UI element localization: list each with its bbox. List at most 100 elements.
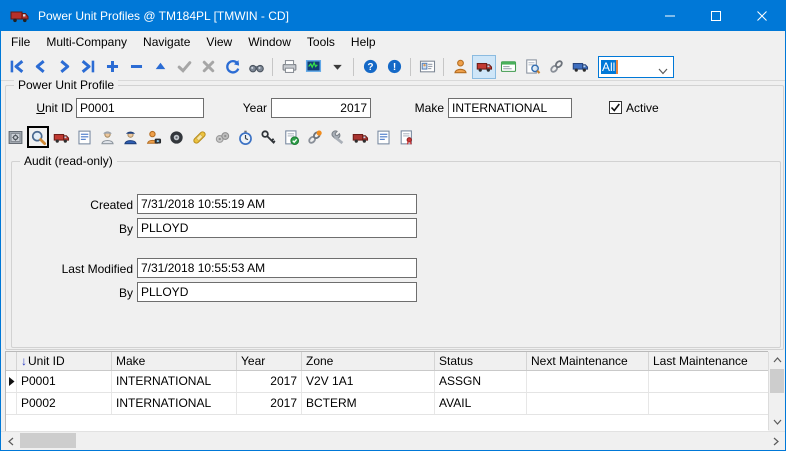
tab-maintenance-truck[interactable]	[349, 126, 371, 148]
column-header-unit-id[interactable]: ↓Unit ID	[17, 352, 112, 370]
menu-multi-company[interactable]: Multi-Company	[38, 32, 135, 52]
help-button[interactable]: ?	[358, 55, 382, 79]
tab-stopwatch[interactable]	[234, 126, 256, 148]
column-header-last-maintenance[interactable]: Last Maintenance	[649, 352, 768, 370]
grid-cell[interactable]: V2V 1A1	[302, 371, 435, 392]
certificate-document-icon	[398, 129, 415, 146]
tab-key[interactable]	[257, 126, 279, 148]
license-card-button[interactable]	[496, 55, 520, 79]
column-header-year[interactable]: Year	[237, 352, 302, 370]
delete-record-button[interactable]	[124, 55, 148, 79]
column-header-make[interactable]: Make	[112, 352, 237, 370]
grid-cell[interactable]: 2017	[237, 371, 302, 392]
tab-bandage[interactable]	[188, 126, 210, 148]
maximize-button[interactable]	[693, 1, 739, 31]
column-header-status[interactable]: Status	[435, 352, 527, 370]
active-checkbox[interactable]	[609, 101, 622, 114]
monitor-dropdown-button[interactable]	[325, 55, 349, 79]
grid-cell[interactable]: ASSGN	[435, 371, 527, 392]
tab-gears[interactable]	[211, 126, 233, 148]
scroll-left-button[interactable]	[2, 432, 19, 450]
move-top-button[interactable]	[148, 55, 172, 79]
tab-officer[interactable]	[119, 126, 141, 148]
tab-notes-document[interactable]	[73, 126, 95, 148]
menu-view[interactable]: View	[198, 32, 240, 52]
created-field[interactable]	[137, 194, 417, 214]
vertical-scroll-thumb[interactable]	[770, 369, 784, 393]
tab-safe[interactable]	[4, 126, 26, 148]
grid-cell[interactable]	[649, 393, 768, 414]
main-toolbar: ?! All	[1, 53, 785, 81]
minimize-button[interactable]	[647, 1, 693, 31]
filter-combobox[interactable]: All	[598, 56, 674, 78]
menu-help[interactable]: Help	[343, 32, 384, 52]
tab-report-document[interactable]	[372, 126, 394, 148]
find-binoculars-button[interactable]	[244, 55, 268, 79]
grid-cell[interactable]: 2017	[237, 393, 302, 414]
grid-cell[interactable]	[527, 371, 649, 392]
save-button[interactable]	[172, 55, 196, 79]
link-flame-icon	[306, 129, 323, 146]
profile-tabs-toolbar	[4, 126, 418, 148]
scroll-right-button[interactable]	[767, 432, 784, 450]
nav-last-button[interactable]	[76, 55, 100, 79]
system-monitor-button[interactable]	[301, 55, 325, 79]
column-header-zone[interactable]: Zone	[302, 352, 435, 370]
chevron-down-icon[interactable]	[658, 64, 668, 78]
grid-horizontal-scrollbar	[1, 431, 785, 450]
contact-card-button[interactable]	[415, 55, 439, 79]
link-chain-button[interactable]	[544, 55, 568, 79]
svg-text:!: !	[392, 62, 395, 73]
tab-person-photo[interactable]	[142, 126, 164, 148]
grid-cell[interactable]: AVAIL	[435, 393, 527, 414]
scroll-up-button[interactable]	[769, 352, 785, 368]
scroll-down-button[interactable]	[769, 414, 785, 430]
nav-prev-button[interactable]	[28, 55, 52, 79]
horizontal-scroll-thumb[interactable]	[20, 433, 76, 448]
add-record-button[interactable]	[100, 55, 124, 79]
driver-person-button[interactable]	[448, 55, 472, 79]
menu-tools[interactable]: Tools	[299, 32, 343, 52]
grid-row-p0001[interactable]: P0001INTERNATIONAL2017V2V 1A1ASSGN	[6, 371, 768, 393]
created-by-field[interactable]	[137, 218, 417, 238]
column-header-next-maintenance[interactable]: Next Maintenance	[527, 352, 649, 370]
tab-tire[interactable]	[165, 126, 187, 148]
unit-id-field[interactable]	[76, 98, 204, 118]
nav-next-button[interactable]	[52, 55, 76, 79]
about-button[interactable]: !	[382, 55, 406, 79]
tab-search-magnifier[interactable]	[27, 126, 49, 148]
trailer-truck-button[interactable]	[568, 55, 592, 79]
grid-cell[interactable]: INTERNATIONAL	[112, 393, 237, 414]
gears-icon	[214, 129, 231, 146]
grid-cell[interactable]	[649, 371, 768, 392]
tab-link-flame[interactable]	[303, 126, 325, 148]
grid-cell[interactable]	[527, 393, 649, 414]
cancel-button[interactable]	[196, 55, 220, 79]
refresh-button[interactable]	[220, 55, 244, 79]
menu-file[interactable]: File	[3, 32, 38, 52]
power-unit-truck-button[interactable]	[472, 55, 496, 79]
maintenance-truck-icon	[352, 129, 369, 146]
modified-field[interactable]	[137, 258, 417, 278]
tab-document-check[interactable]	[280, 126, 302, 148]
grid-selector-header	[6, 352, 17, 370]
year-field[interactable]	[271, 98, 371, 118]
search-document-button[interactable]	[520, 55, 544, 79]
grid-cell[interactable]: INTERNATIONAL	[112, 371, 237, 392]
grid-cell[interactable]: P0001	[17, 371, 112, 392]
grid-row-p0002[interactable]: P0002INTERNATIONAL2017BCTERMAVAIL	[6, 393, 768, 415]
grid-cell[interactable]: BCTERM	[302, 393, 435, 414]
grid-cell[interactable]: P0002	[17, 393, 112, 414]
menu-navigate[interactable]: Navigate	[135, 32, 198, 52]
menu-window[interactable]: Window	[240, 32, 299, 52]
modified-by-field[interactable]	[137, 282, 417, 302]
make-field[interactable]	[448, 98, 572, 118]
tab-truck[interactable]	[50, 126, 72, 148]
print-button[interactable]	[277, 55, 301, 79]
system-monitor-icon	[305, 58, 322, 75]
close-button[interactable]	[739, 1, 785, 31]
tab-wrench[interactable]	[326, 126, 348, 148]
nav-first-button[interactable]	[4, 55, 28, 79]
tab-certificate-document[interactable]	[395, 126, 417, 148]
tab-driver[interactable]	[96, 126, 118, 148]
